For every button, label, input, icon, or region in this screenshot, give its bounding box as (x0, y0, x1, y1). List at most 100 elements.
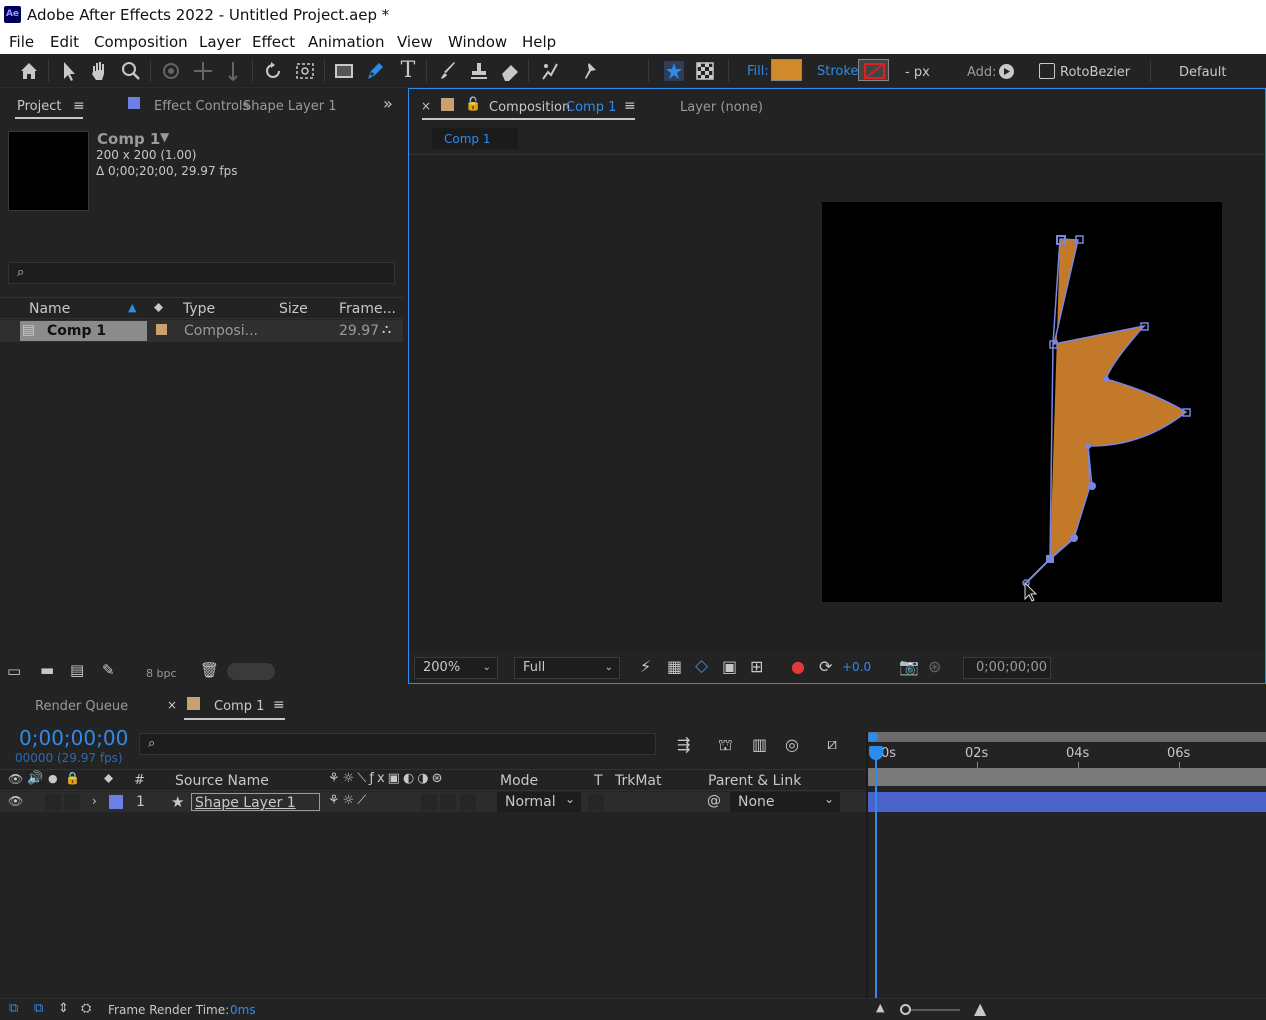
panel-menu-icon[interactable]: ≡ (73, 98, 85, 114)
col-preserve-transparency[interactable]: T (594, 773, 603, 789)
menu-animation[interactable]: Animation (308, 33, 384, 51)
col-source-name[interactable]: Source Name (175, 773, 269, 789)
layer-solo-toggle[interactable] (45, 794, 61, 810)
dolly-camera-icon[interactable] (220, 59, 246, 83)
menu-file[interactable]: File (9, 33, 34, 51)
layer-switches-pane-icon[interactable]: ⧉ (9, 1001, 18, 1016)
preserve-transparency-toggle[interactable] (588, 794, 604, 810)
render-time-pane-icon[interactable]: ⛭ (81, 1001, 91, 1016)
thumbnail-slider[interactable] (227, 663, 275, 680)
transfer-controls-pane-icon[interactable]: ⧉ (34, 1001, 43, 1016)
layer-switches-icons[interactable]: ⚘☼⟍ƒx▣◐◑⊛ (328, 771, 446, 786)
transparency-grid-icon[interactable]: ▦ (667, 657, 682, 676)
resolution-dropdown[interactable]: Full ⌄ (514, 657, 620, 679)
timeline-zoom-handle[interactable] (900, 1004, 911, 1015)
anchor-point-tool-icon[interactable] (292, 59, 318, 83)
new-folder-icon[interactable]: ▬ (40, 661, 54, 679)
tool-creates-mask-icon[interactable] (692, 59, 718, 83)
snapshot-camera-icon[interactable]: 📷 (899, 657, 919, 676)
orbit-camera-icon[interactable] (158, 59, 184, 83)
timeline-search-input[interactable]: ⌕ (139, 733, 656, 755)
shape-path-drawing[interactable] (822, 202, 1222, 602)
eraser-tool-icon[interactable] (497, 59, 523, 83)
clone-stamp-tool-icon[interactable] (466, 59, 492, 83)
roto-brush-tool-icon[interactable] (537, 59, 563, 83)
layer-lock-toggle[interactable] (64, 794, 80, 810)
pan-camera-icon[interactable] (190, 59, 216, 83)
project-list-item[interactable]: ▤ Comp 1 Composi... 29.97 ⛬ (0, 320, 403, 342)
layer-mode-dropdown[interactable]: Normal ⌄ (497, 792, 581, 812)
playhead-handle[interactable] (869, 746, 883, 760)
interpret-footage-icon[interactable]: ▭ (7, 662, 21, 680)
project-search-input[interactable]: ⌕ (8, 262, 395, 284)
label-tag-icon[interactable]: ⬥ (104, 771, 113, 786)
current-time-display[interactable]: 0;00;00;00 (963, 657, 1051, 679)
adjust-project-settings-icon[interactable]: ✎ (102, 661, 115, 679)
rotobezier-checkbox[interactable] (1039, 63, 1055, 79)
brush-tool-icon[interactable] (435, 59, 461, 83)
tab-project[interactable]: Project (17, 99, 61, 114)
comp-breadcrumb[interactable]: Comp 1 (432, 128, 518, 149)
comp-dropdown-icon[interactable]: ▼ (160, 130, 169, 144)
current-time-field[interactable]: 0;00;00;00 (19, 726, 128, 750)
zoom-in-icon[interactable]: ▲ (974, 999, 986, 1018)
fill-label[interactable]: Fill: (747, 64, 769, 79)
menu-effect[interactable]: Effect (252, 33, 295, 51)
layer-label-color[interactable] (109, 795, 123, 809)
col-mode[interactable]: Mode (500, 773, 538, 789)
menu-view[interactable]: View (397, 33, 433, 51)
solo-switch-icon[interactable]: ● (48, 772, 58, 785)
rotation-tool-icon[interactable] (260, 59, 286, 83)
layer-duration-bar[interactable] (868, 792, 1266, 812)
col-type[interactable]: Type (183, 301, 215, 317)
graph-editor-icon[interactable]: ⧄ (827, 734, 837, 754)
reset-exposure-icon[interactable]: ⟳ (819, 657, 832, 676)
menu-help[interactable]: Help (522, 33, 556, 51)
expand-chevron-icon[interactable]: › (92, 794, 97, 808)
layer-switch-toggle[interactable] (440, 794, 456, 810)
label-color-swatch[interactable] (156, 324, 167, 335)
new-composition-icon[interactable]: ▤ (70, 661, 84, 679)
tab-composition[interactable]: Composition (489, 100, 570, 115)
tool-creates-shape-icon[interactable] (661, 59, 687, 83)
layer-name-field[interactable]: Shape Layer 1 (191, 793, 320, 811)
trash-icon[interactable]: 🗑 (200, 661, 219, 679)
grid-guides-icon[interactable]: ⊞ (750, 657, 763, 676)
composition-mini-flowchart-icon[interactable]: ⇶ (677, 735, 690, 754)
col-size[interactable]: Size (279, 301, 308, 317)
tab-effect-controls[interactable]: Effect Controls (154, 99, 249, 114)
tab-composition-name[interactable]: Comp 1 (566, 100, 616, 115)
layer-visibility-icon[interactable]: 👁 (8, 794, 23, 808)
col-trkmat[interactable]: TrkMat (615, 773, 662, 789)
selection-tool-icon[interactable] (56, 59, 82, 83)
text-tool-icon[interactable]: T (395, 59, 421, 83)
draft-3d-icon[interactable]: ⛫ (718, 735, 733, 756)
time-navigator-bar[interactable] (868, 768, 1266, 786)
work-area-bar[interactable] (868, 732, 1266, 742)
rectangle-tool-icon[interactable] (331, 59, 357, 83)
frame-blending-icon[interactable]: ▥ (752, 735, 767, 754)
stroke-label[interactable]: Stroke: (817, 64, 863, 79)
col-name[interactable]: Name (29, 301, 70, 317)
bpc-setting[interactable]: 8 bpc (146, 667, 177, 680)
layer-switch-toggle[interactable] (421, 794, 437, 810)
motion-blur-icon[interactable]: ◎ (785, 735, 799, 754)
menu-edit[interactable]: Edit (50, 33, 79, 51)
stroke-swatch[interactable] (858, 59, 889, 81)
mask-visibility-icon[interactable]: ◇ (695, 656, 708, 676)
menu-composition[interactable]: Composition (94, 33, 188, 51)
panel-menu-icon[interactable]: ≡ (624, 98, 636, 114)
zoom-tool-icon[interactable] (118, 59, 144, 83)
stroke-width[interactable]: - px (905, 65, 930, 80)
exposure-value[interactable]: +0.0 (842, 660, 871, 674)
tab-timeline-comp[interactable]: Comp 1 (214, 699, 264, 714)
close-tab-icon[interactable]: × (167, 698, 177, 712)
playhead[interactable] (875, 746, 877, 998)
workspace-default[interactable]: Default (1179, 65, 1227, 80)
pick-whip-icon[interactable]: @ (707, 793, 721, 809)
label-tag-icon[interactable]: ⬥ (154, 300, 163, 315)
channel-rgb-icon[interactable]: ● (791, 657, 805, 676)
close-tab-icon[interactable]: × (421, 99, 431, 113)
region-of-interest-icon[interactable]: ▣ (722, 657, 737, 676)
puppet-pin-tool-icon[interactable] (576, 59, 602, 83)
